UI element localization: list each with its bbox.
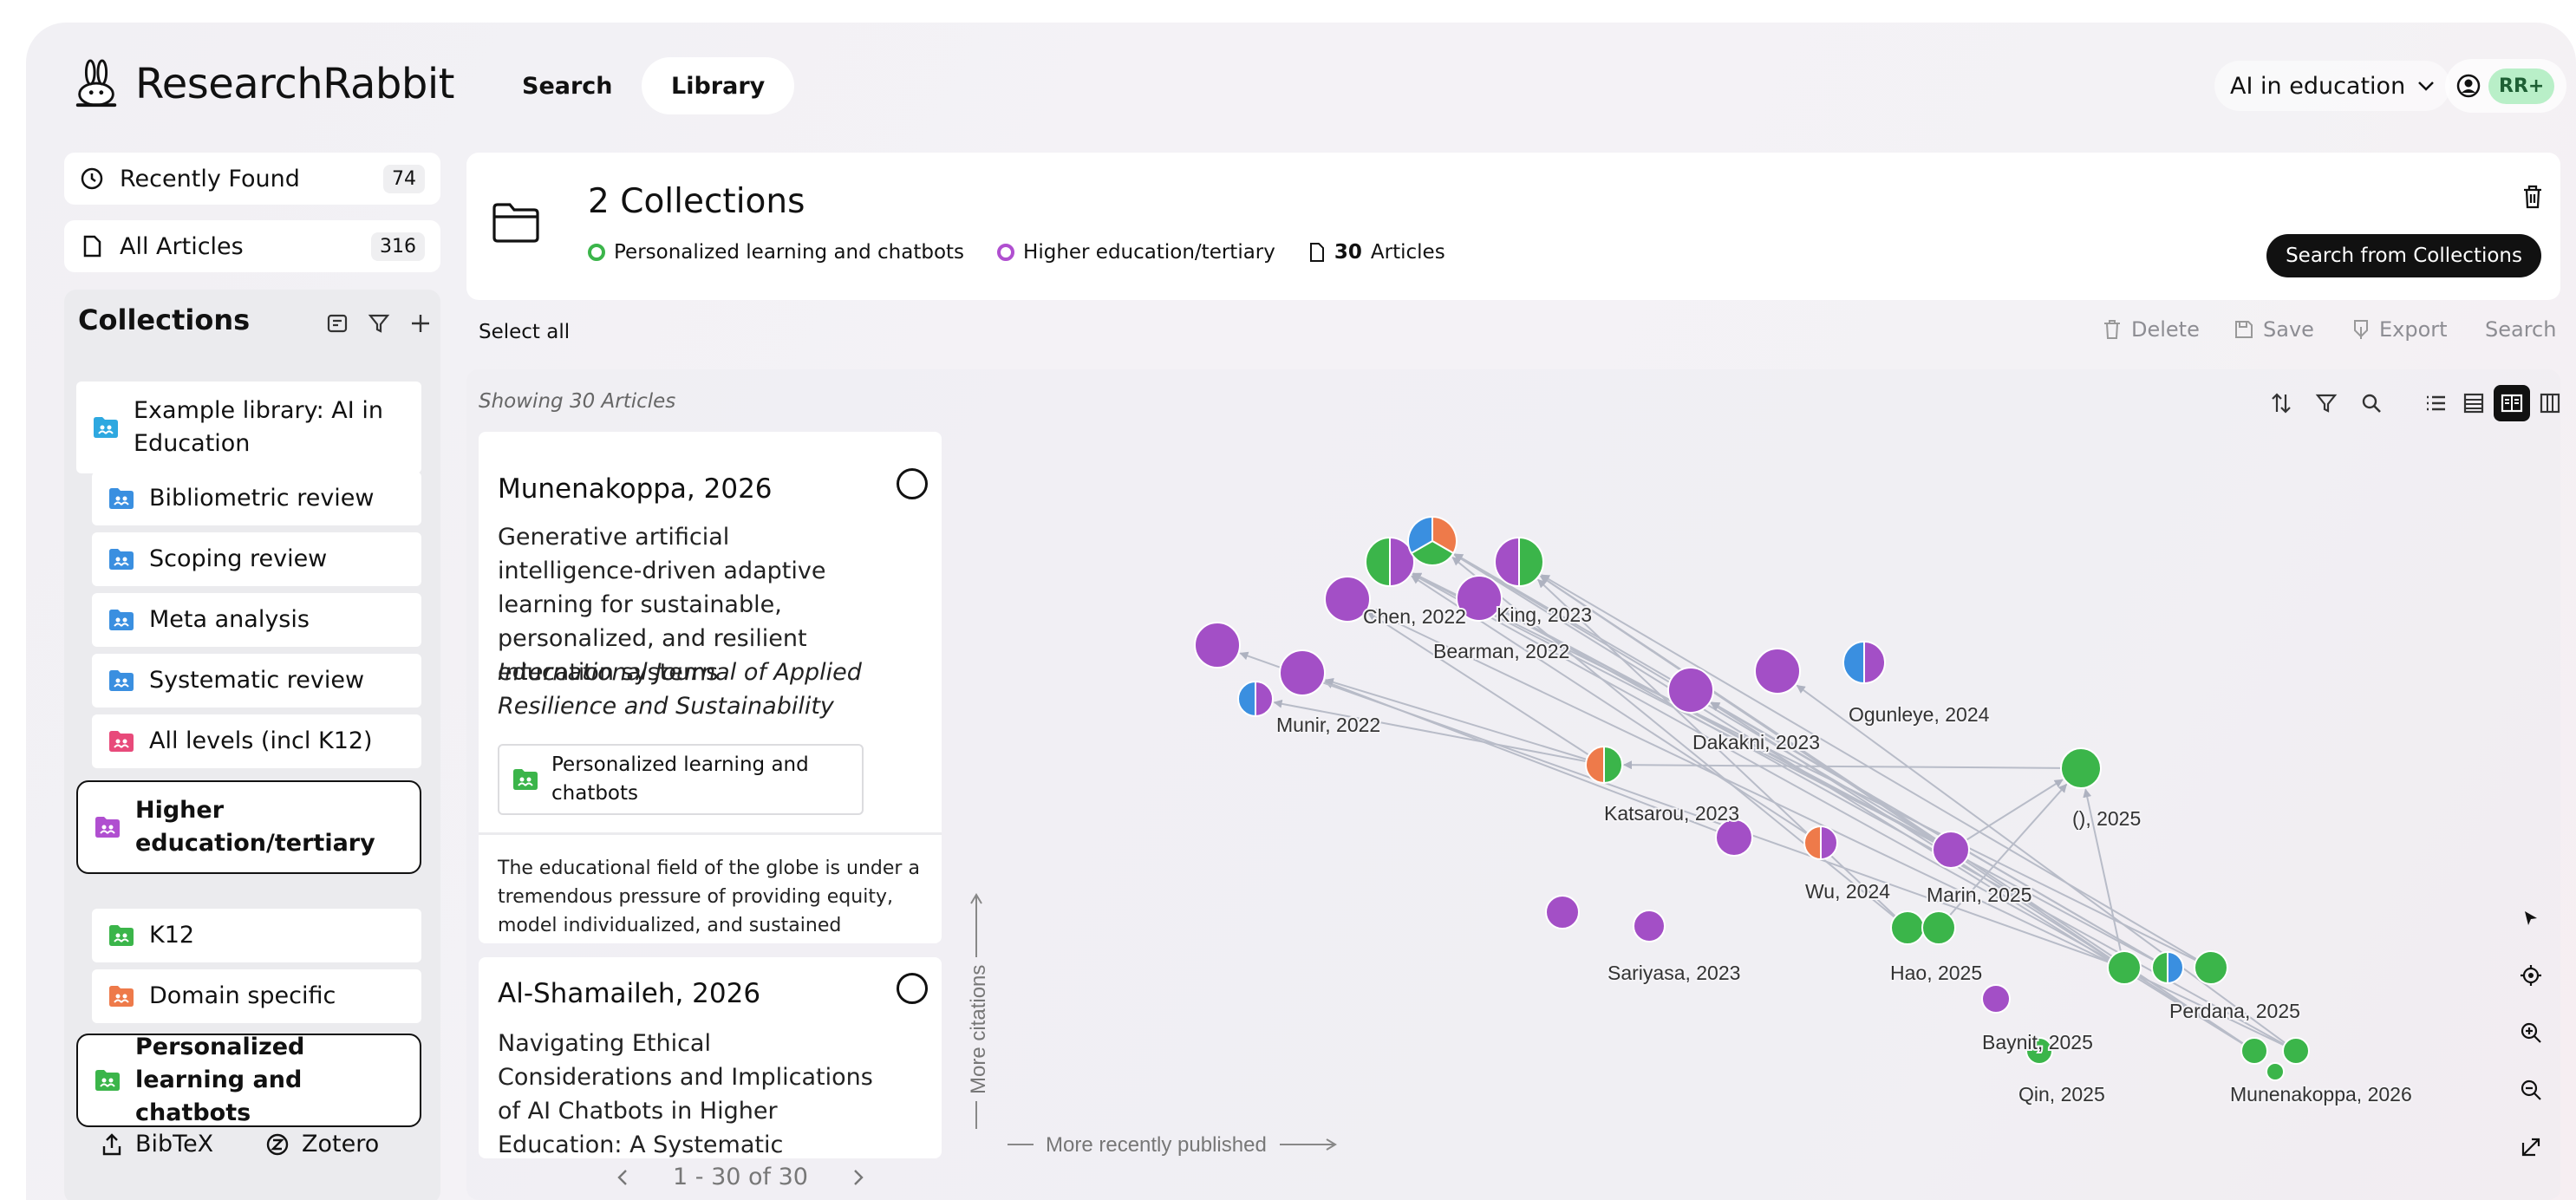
paper-node-label: Munenakoppa, 2026: [2230, 1083, 2412, 1105]
paper-node-label: Chen, 2022: [1363, 605, 1466, 628]
paper-node[interactable]: [1842, 640, 1886, 685]
citation-edge: [1710, 702, 2244, 1045]
paper-node-label: Bearman, 2022: [1433, 640, 1569, 662]
zoom-in-icon[interactable]: [2516, 1018, 2546, 1047]
paper-node[interactable]: [1633, 910, 1666, 942]
paper-node[interactable]: [1754, 648, 1801, 695]
paper-node[interactable]: [1803, 825, 1838, 861]
citation-edge: [1366, 611, 1589, 756]
paper-node[interactable]: [1279, 649, 1326, 696]
paper-node[interactable]: [1194, 622, 1241, 668]
zoom-out-icon[interactable]: [2516, 1075, 2546, 1105]
paper-node-label: Marin, 2025: [1927, 884, 2031, 906]
paper-node[interactable]: [2266, 1062, 2285, 1081]
paper-node[interactable]: [2282, 1037, 2310, 1065]
paper-node[interactable]: [1407, 515, 1458, 566]
paper-node[interactable]: [2151, 950, 2184, 985]
paper-node[interactable]: [1545, 895, 1580, 929]
x-axis-label: More recently published: [1046, 1133, 1267, 1157]
citation-graph[interactable]: Chen, 2022 King, 2023 Bearman, 2022 Munir, …: [26, 23, 2576, 1200]
paper-node[interactable]: [2194, 950, 2228, 985]
paper-node-label: Katsarou, 2023: [1604, 802, 1739, 825]
fit-graph-icon[interactable]: [2516, 1132, 2546, 1162]
y-axis-label: More citations: [967, 965, 990, 1094]
citation-edge: [1966, 779, 2064, 841]
pointer-tool-icon[interactable]: [2516, 903, 2546, 933]
paper-node[interactable]: [1981, 984, 2011, 1014]
recenter-icon[interactable]: [2516, 961, 2546, 990]
citation-edge: [1622, 760, 2062, 770]
paper-node-label: (), 2025: [2072, 807, 2141, 830]
paper-node-label: Ogunleye, 2024: [1849, 703, 1990, 726]
paper-node-label: Perdana, 2025: [2169, 1000, 2300, 1022]
paper-node[interactable]: [1890, 910, 1925, 945]
paper-node[interactable]: [1585, 745, 1623, 785]
paper-node[interactable]: [1494, 536, 1544, 588]
paper-node-label: Sariyasa, 2023: [1608, 962, 1740, 984]
paper-node[interactable]: [1932, 831, 1970, 869]
paper-node[interactable]: [2060, 747, 2102, 789]
paper-node[interactable]: [1667, 667, 1714, 714]
paper-node-label: Munir, 2022: [1276, 714, 1380, 736]
paper-node-label: Dakakni, 2023: [1692, 731, 1820, 753]
paper-node-label: Wu, 2024: [1805, 880, 1890, 903]
paper-node-label: King, 2023: [1497, 603, 1592, 626]
paper-node[interactable]: [2240, 1037, 2268, 1065]
paper-node[interactable]: [1921, 910, 1956, 945]
paper-node-label: Baynit, 2025: [1982, 1031, 2093, 1053]
paper-node-label: Hao, 2025: [1890, 962, 1982, 984]
paper-node[interactable]: [1365, 536, 1415, 588]
paper-node[interactable]: [2107, 950, 2142, 985]
app-window: ResearchRabbit Search Library AI in educ…: [26, 23, 2576, 1200]
paper-node[interactable]: [1715, 818, 1753, 857]
paper-node-label: Qin, 2025: [2018, 1083, 2105, 1105]
paper-node[interactable]: [1237, 680, 1274, 718]
citation-edge: [1796, 684, 2286, 1044]
